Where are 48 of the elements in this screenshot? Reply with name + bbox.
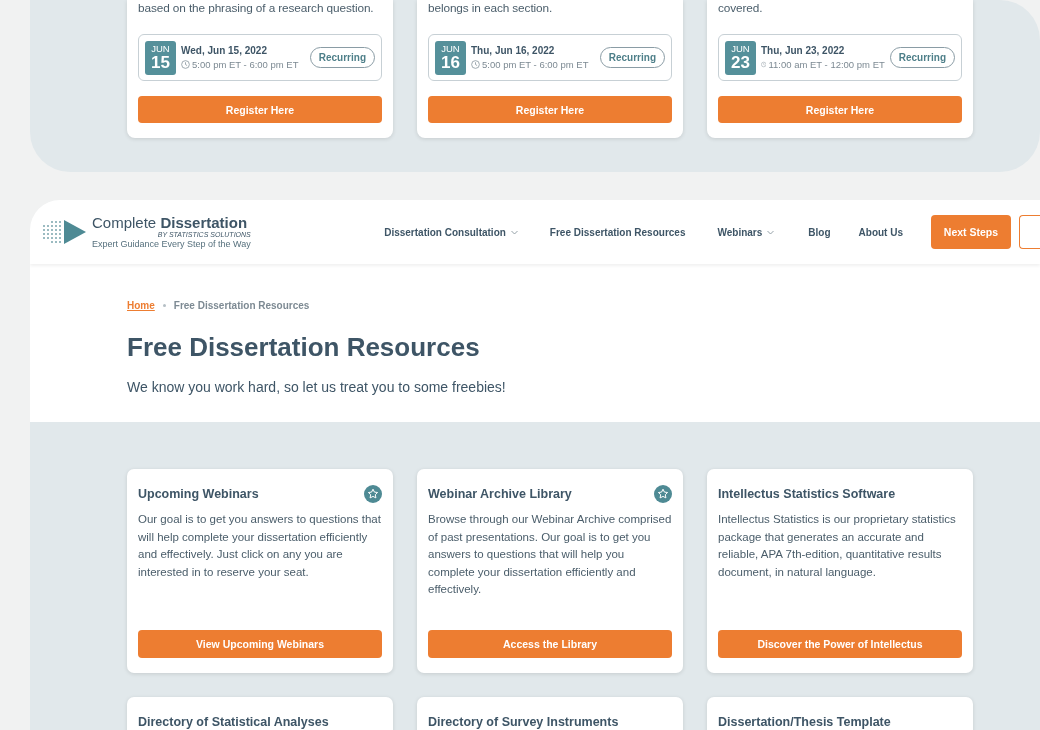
date-month: JUN <box>151 43 170 54</box>
nav-link[interactable]: About Us <box>844 226 917 238</box>
event-description: belongs in each section. <box>428 0 554 16</box>
nav-link[interactable]: Webinars <box>703 226 795 238</box>
date-day: 23 <box>731 54 750 72</box>
event-date: Thu, Jun 23, 2022 <box>761 45 846 56</box>
date-day: 15 <box>151 54 170 72</box>
card-description: Intellectus Statistics is our proprietary statistics package that generates an accurate and reliable, APA 7th-edition, quantitative results document, in natural language. <box>718 512 957 580</box>
event-time: 11:00 am ET - 12:00 pm ET <box>768 59 885 70</box>
clock-icon <box>181 60 190 69</box>
nav-link[interactable]: Free Dissertation Resources <box>535 226 704 238</box>
date-day: 16 <box>441 54 460 72</box>
event-description: covered. <box>718 0 764 16</box>
card-title: Directory of Statistical Analyses <box>138 715 329 729</box>
logo-icon <box>42 219 88 245</box>
event-date: Wed, Jun 15, 2022 <box>181 45 268 56</box>
event-date: Thu, Jun 16, 2022 <box>471 45 556 56</box>
register-button[interactable]: Register Here <box>718 96 962 123</box>
event-description: based on the phrasing of a research question. <box>138 0 375 16</box>
card-description: Browse through our Webinar Archive comprised of past presentations. Our goal is to get you answers to questions that will help you complete your dissertation efficiently and effectively. <box>428 512 672 597</box>
card-title: Upcoming Webinars <box>138 487 259 501</box>
date-month: JUN <box>731 43 750 54</box>
card-description: Our goal is to get you answers to questions that will help complete your dissertation efficiently and effectively. Just click on any you are interested in to reserve your seat. <box>138 512 382 580</box>
card-button[interactable]: Access the Library <box>428 630 672 658</box>
logo-tagline: Expert Guidance Every Step of the Way <box>92 238 251 250</box>
card-title: Dissertation/Thesis Template <box>718 715 891 729</box>
intro-text: We know you work hard, so let us treat you to some freebies! <box>127 379 507 395</box>
card-button[interactable]: View Upcoming Webinars <box>138 630 382 658</box>
next-steps-button[interactable]: Next Steps <box>931 215 1011 249</box>
logo-wordmark: Complete Dissertation <box>92 214 249 231</box>
breadcrumb-separator <box>162 304 166 307</box>
card-button[interactable]: Discover the Power of Intellectus <box>718 630 962 658</box>
register-button[interactable]: Register Here <box>138 96 382 123</box>
breadcrumb-link[interactable]: Home <box>127 300 155 311</box>
event-time: 5:00 pm ET - 6:00 pm ET <box>482 59 589 70</box>
date-month: JUN <box>441 43 460 54</box>
clock-icon <box>761 60 767 69</box>
breadcrumb-current: Free Dissertation Resources <box>173 300 310 311</box>
register-button[interactable]: Register Here <box>428 96 672 123</box>
page-title: Free Dissertation Resources <box>127 331 481 363</box>
outlined-button[interactable] <box>1019 215 1040 249</box>
card-title: Directory of Survey Instruments <box>428 715 619 729</box>
clock-icon <box>471 60 480 69</box>
nav-link[interactable]: Blog <box>794 226 845 238</box>
event-time: 5:00 pm ET - 6:00 pm ET <box>192 59 299 70</box>
card-title: Intellectus Statistics Software <box>718 487 896 501</box>
card-title: Webinar Archive Library <box>428 487 572 501</box>
nav-link[interactable]: Dissertation Consultation <box>370 226 536 238</box>
